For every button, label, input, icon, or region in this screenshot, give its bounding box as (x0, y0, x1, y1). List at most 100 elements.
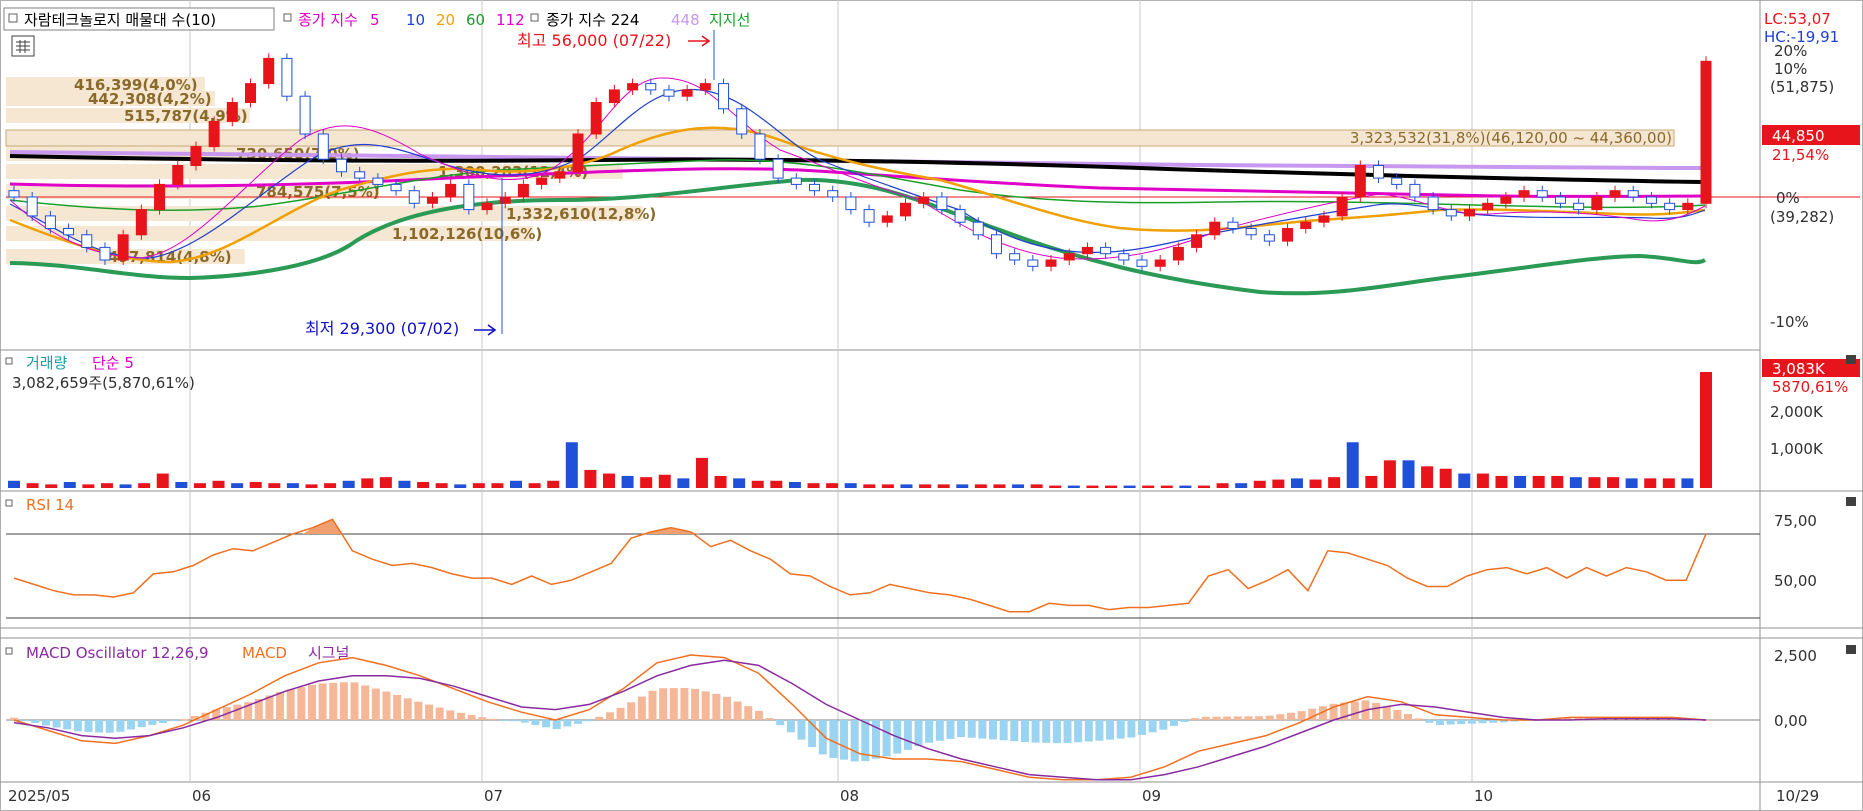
rsi-title[interactable]: RSI 14 (26, 496, 74, 514)
volume-profile-label: 1,102,126(10,6%) (392, 225, 542, 243)
candle-body (135, 209, 147, 236)
candle-body (99, 246, 111, 261)
macd-histogram-bar (978, 720, 987, 739)
macd-histogram-bar (158, 720, 167, 724)
candle-body (1445, 209, 1457, 217)
macd-histogram-bar (1169, 720, 1178, 726)
axis-minus10pct: -10% (1770, 313, 1809, 331)
macd-histogram-bar (627, 702, 636, 720)
volume-bar (956, 484, 969, 488)
macd-histogram-bar (925, 720, 934, 743)
macd-histogram-bar (637, 696, 646, 720)
macd-histogram-bar (307, 684, 316, 720)
macd-histogram-bar (393, 694, 402, 720)
legend-ma-20: 20 (436, 11, 455, 29)
candle-body (1554, 196, 1566, 204)
legend-ma-112: 112 (496, 11, 525, 29)
macd-histogram-bar (712, 693, 721, 720)
macd-histogram-bar (1297, 711, 1306, 720)
rsi-close-icon[interactable] (1846, 497, 1856, 506)
volume-bar (1086, 485, 1099, 488)
macd-histogram-bar (1106, 720, 1115, 740)
volume-close-icon[interactable] (1846, 355, 1856, 364)
volume-bar (584, 469, 597, 488)
volume-bar (1235, 483, 1248, 488)
volume-title[interactable]: 거래량 (26, 354, 68, 372)
macd-histogram-bar (1404, 714, 1413, 720)
volume-bar (472, 483, 485, 488)
macd-histogram-bar (595, 716, 604, 720)
macd-histogram-bar (467, 715, 476, 720)
macd-histogram-bar (786, 720, 795, 733)
volume-bar (1365, 475, 1378, 488)
macd-histogram-bar (116, 720, 125, 732)
macd-histogram-bar (1478, 720, 1487, 724)
candle-body (772, 158, 784, 179)
volume-bar (82, 484, 95, 488)
low-marker: 최저 29,300 (07/02) (305, 319, 459, 338)
volume-bar (435, 483, 448, 488)
volume-bar (212, 480, 225, 488)
volume-bar (937, 484, 950, 488)
candle-body (1245, 228, 1257, 236)
lc-label: LC:53,07 (1764, 10, 1831, 28)
macd-histogram-bar (1372, 702, 1381, 720)
macd-histogram-bar (1425, 720, 1434, 723)
macd-histogram-bar (733, 701, 742, 720)
candle-body (736, 108, 748, 135)
candle-body (1391, 177, 1403, 185)
candle-body (1409, 183, 1421, 198)
volume-bar (361, 478, 374, 488)
candle-body (663, 89, 675, 97)
macd-histogram-bar (276, 692, 285, 720)
macd-histogram-bar (478, 717, 487, 720)
volume-bar (138, 483, 151, 488)
x-label-07: 07 (484, 787, 503, 805)
macd-close-icon[interactable] (1846, 645, 1856, 654)
macd-histogram-bar (1074, 720, 1083, 743)
x-label-08: 08 (840, 787, 859, 805)
volume-bar (305, 484, 318, 488)
macd-histogram-bar (999, 720, 1008, 741)
grid-toggle-icon[interactable] (11, 35, 35, 57)
volume-bar (844, 483, 857, 488)
volume-bar (695, 457, 708, 488)
macd-histogram-bar (1201, 716, 1210, 720)
macd-histogram-bar (754, 710, 763, 720)
macd-histogram-bar (765, 718, 774, 720)
candle-body (372, 177, 384, 185)
volume-bar (1458, 473, 1471, 488)
volume-bar (1160, 485, 1173, 488)
chart-frame (0, 0, 1863, 811)
volume-bar (1328, 477, 1341, 488)
candle-body (63, 228, 75, 236)
x-label-10-29: 10/29 (1776, 787, 1819, 805)
candle-body (590, 102, 602, 135)
volume-bar (1346, 442, 1359, 488)
volume-pct-tag: 5870,61% (1772, 378, 1848, 396)
macd-histogram-bar (722, 696, 731, 720)
volume-bar (156, 473, 169, 488)
volume-bar (1309, 479, 1322, 488)
volume-tick-1000k: 1,000K (1770, 440, 1824, 458)
candle-body (517, 183, 529, 198)
x-label-10: 10 (1474, 787, 1493, 805)
legend-long-label[interactable]: 종가 지수 224 (546, 11, 639, 29)
volume-bar (1439, 468, 1452, 488)
legend-ma-label[interactable]: 종가 지수 (298, 11, 358, 29)
volume-bar (8, 480, 20, 488)
volume-bar (658, 474, 671, 488)
macd-histogram-bar (1095, 720, 1104, 741)
legend-title[interactable]: 자람테크놀로지 매물대 수(10) (24, 11, 216, 29)
candle-body (335, 158, 347, 173)
candle-body (81, 234, 93, 248)
macd-title[interactable]: MACD Oscillator 12,26,9 (26, 644, 209, 662)
macd-histogram-bar (552, 720, 561, 730)
macd-histogram-bar (840, 720, 849, 760)
macd-histogram-bar (10, 717, 18, 720)
macd-tick-2500: 2,500 (1774, 647, 1817, 665)
macd-histogram-bar (137, 720, 146, 728)
legend-ma-60: 60 (466, 11, 485, 29)
volume-bar (1700, 372, 1712, 488)
x-label-06: 06 (192, 787, 211, 805)
